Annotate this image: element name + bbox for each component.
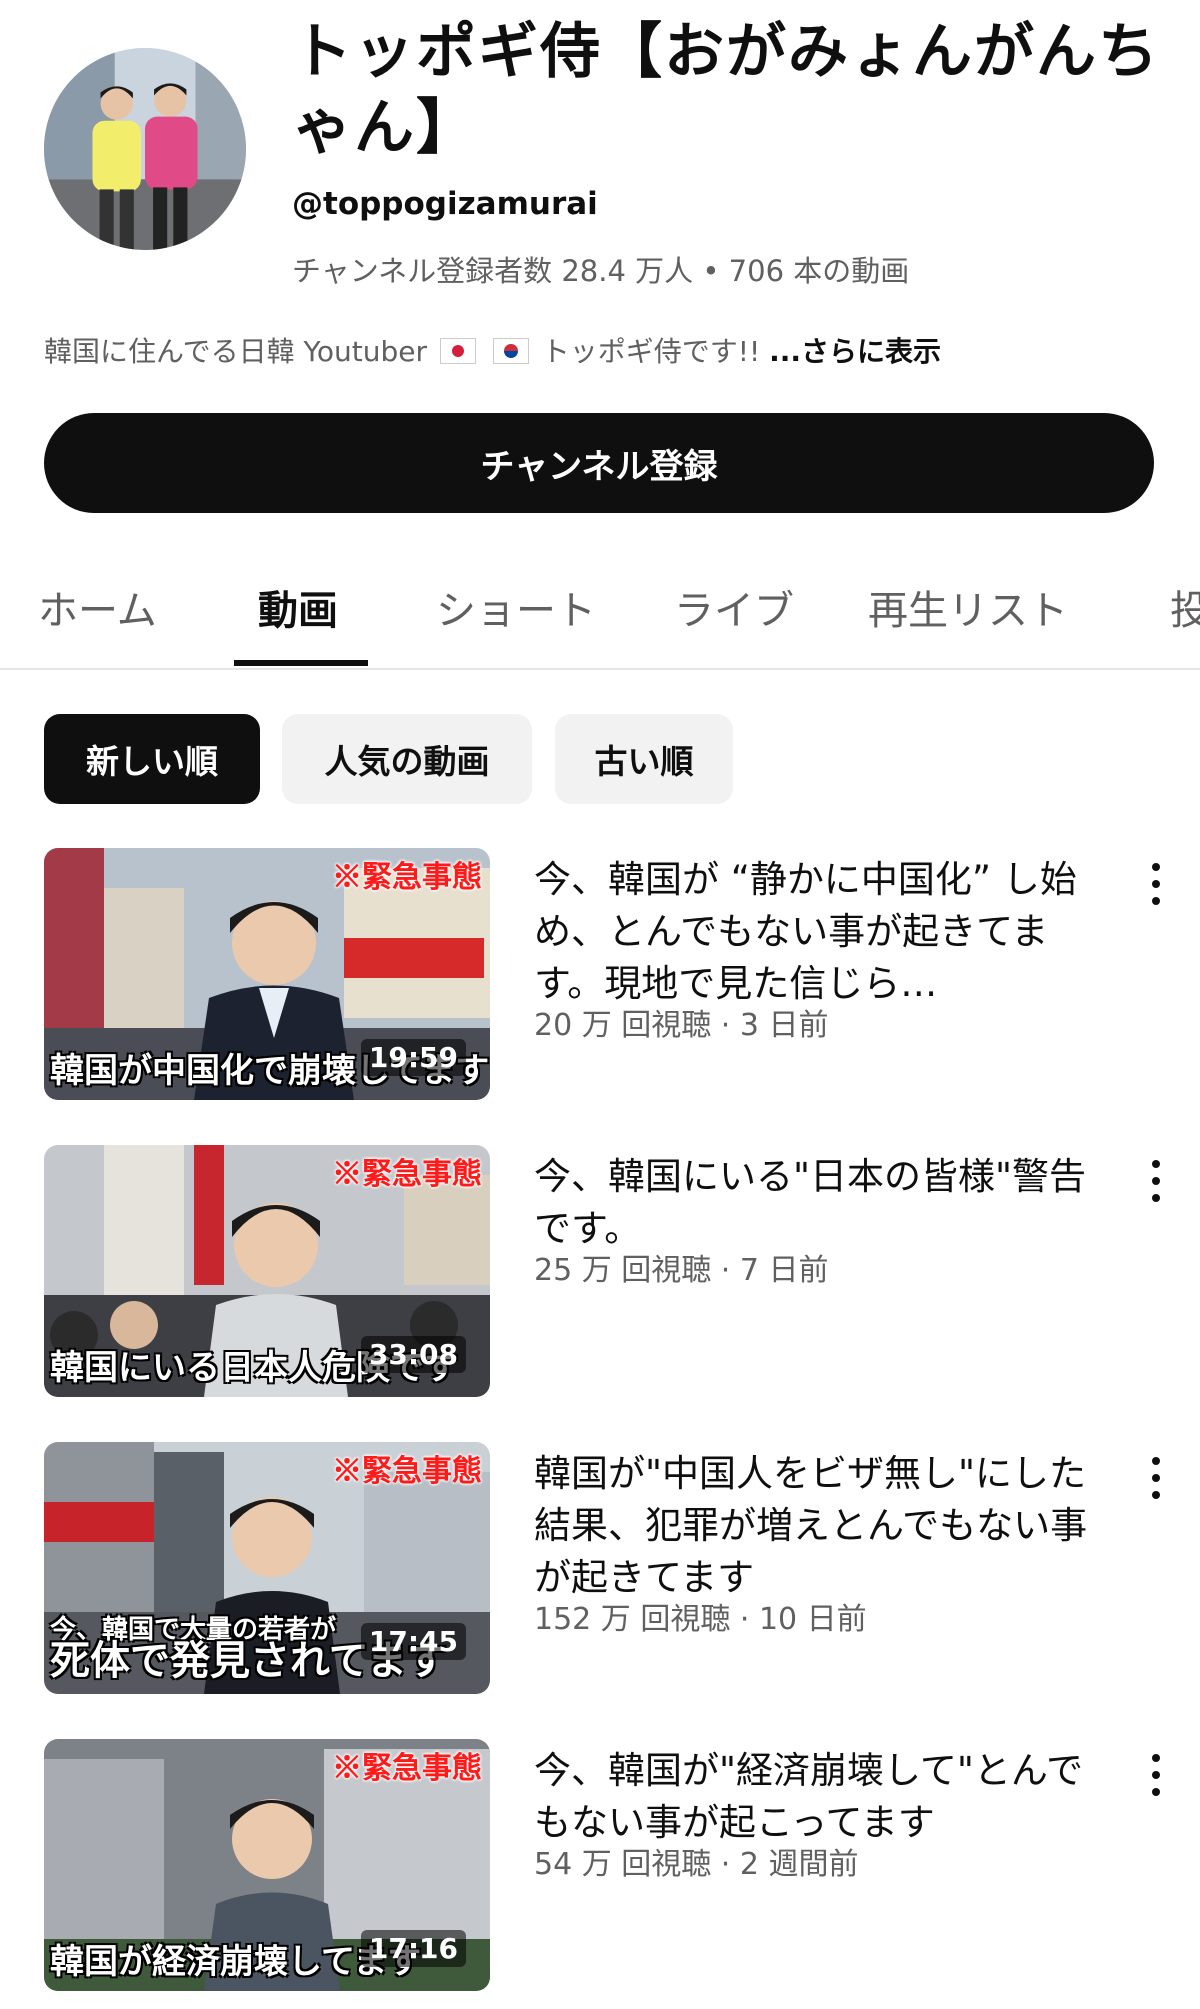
tab-posts[interactable]: 投 bbox=[1170, 578, 1200, 636]
tab-videos[interactable]: 動画 bbox=[258, 578, 338, 636]
video-duration: 17:45 bbox=[360, 1623, 466, 1660]
channel-name: トッポギ侍【おがみょんがんちゃん】 bbox=[292, 17, 1160, 163]
video-duration: 17:16 bbox=[360, 1930, 466, 1967]
video-thumbnail[interactable]: ※緊急事態 韓国が経済崩壊してます 17:16 bbox=[44, 1739, 490, 1991]
video-title[interactable]: 今、韓国が “静かに中国化” し始め、とんでもない事が起きてます。現地で見た信じ… bbox=[534, 854, 1094, 1010]
video-duration: 33:08 bbox=[360, 1336, 466, 1373]
filter-chip-oldest[interactable]: 古い順 bbox=[555, 714, 733, 804]
video-title[interactable]: 韓国が"中国人をビザ無し"にした結果、犯罪が増えとんでもない事が起きてます bbox=[534, 1448, 1094, 1604]
tab-playlists[interactable]: 再生リスト bbox=[868, 578, 1068, 636]
video-thumbnail[interactable]: ※緊急事態 今、韓国で大量の若者が 死体で発見されてます 17:45 bbox=[44, 1442, 490, 1694]
video-title[interactable]: 今、韓国にいる"日本の皆様"警告です。 bbox=[534, 1151, 1094, 1255]
tab-shorts[interactable]: ショート bbox=[436, 578, 596, 636]
show-more-link[interactable]: ...さらに表示 bbox=[769, 335, 941, 368]
description-text: 韓国に住んでる日韓 Youtuber bbox=[44, 335, 427, 368]
channel-stats: チャンネル登録者数 28.4 万人 • 706 本の動画 bbox=[292, 254, 910, 288]
video-item[interactable]: ※緊急事態 今、韓国で大量の若者が 死体で発見されてます 17:45 韓国が"中… bbox=[0, 1442, 1200, 1712]
filter-chip-popular[interactable]: 人気の動画 bbox=[282, 714, 532, 804]
tab-live[interactable]: ライブ bbox=[674, 578, 794, 636]
channel-description[interactable]: 韓国に住んでる日韓 Youtuber トッポギ侍です!! ...さらに表示 bbox=[44, 330, 941, 370]
video-thumbnail[interactable]: ※緊急事態 韓国が中国化で崩壊してます 19:59 bbox=[44, 848, 490, 1100]
channel-avatar[interactable] bbox=[44, 48, 246, 250]
urgent-badge: ※緊急事態 bbox=[332, 1454, 482, 1489]
video-thumbnail[interactable]: ※緊急事態 韓国にいる日本人危険です 33:08 bbox=[44, 1145, 490, 1397]
korea-flag-icon bbox=[492, 338, 529, 364]
more-options-icon[interactable] bbox=[1138, 1745, 1174, 1805]
video-meta: 152 万 回視聴 · 10 日前 bbox=[534, 1602, 867, 1637]
video-title[interactable]: 今、韓国が"経済崩壊して"とんでもない事が起こってます bbox=[534, 1745, 1094, 1849]
channel-tabs: ホーム 動画 ショート ライブ 再生リスト 投 bbox=[0, 560, 1200, 670]
channel-handle: @toppogizamurai bbox=[292, 186, 598, 222]
video-item[interactable]: ※緊急事態 韓国が経済崩壊してます 17:16 今、韓国が"経済崩壊して"とんで… bbox=[0, 1739, 1200, 2009]
tab-home[interactable]: ホーム bbox=[38, 578, 157, 636]
more-options-icon[interactable] bbox=[1138, 1448, 1174, 1508]
video-meta: 20 万 回視聴 · 3 日前 bbox=[534, 1008, 829, 1043]
video-meta: 25 万 回視聴 · 7 日前 bbox=[534, 1253, 829, 1288]
more-options-icon[interactable] bbox=[1138, 854, 1174, 914]
urgent-badge: ※緊急事態 bbox=[332, 860, 482, 895]
urgent-badge: ※緊急事態 bbox=[332, 1751, 482, 1786]
urgent-badge: ※緊急事態 bbox=[332, 1157, 482, 1192]
video-meta: 54 万 回視聴 · 2 週間前 bbox=[534, 1847, 859, 1882]
description-tail: トッポギ侍です!! bbox=[541, 335, 761, 368]
more-options-icon[interactable] bbox=[1138, 1151, 1174, 1211]
video-item[interactable]: ※緊急事態 韓国が中国化で崩壊してます 19:59 今、韓国が “静かに中国化”… bbox=[0, 848, 1200, 1118]
filter-chip-latest[interactable]: 新しい順 bbox=[44, 714, 260, 804]
video-item[interactable]: ※緊急事態 韓国にいる日本人危険です 33:08 今、韓国にいる"日本の皆様"警… bbox=[0, 1145, 1200, 1415]
japan-flag-icon bbox=[439, 338, 476, 364]
avatar-image bbox=[44, 48, 246, 250]
active-tab-indicator bbox=[234, 660, 368, 666]
subscribe-button[interactable]: チャンネル登録 bbox=[44, 413, 1154, 513]
video-duration: 19:59 bbox=[360, 1039, 466, 1076]
